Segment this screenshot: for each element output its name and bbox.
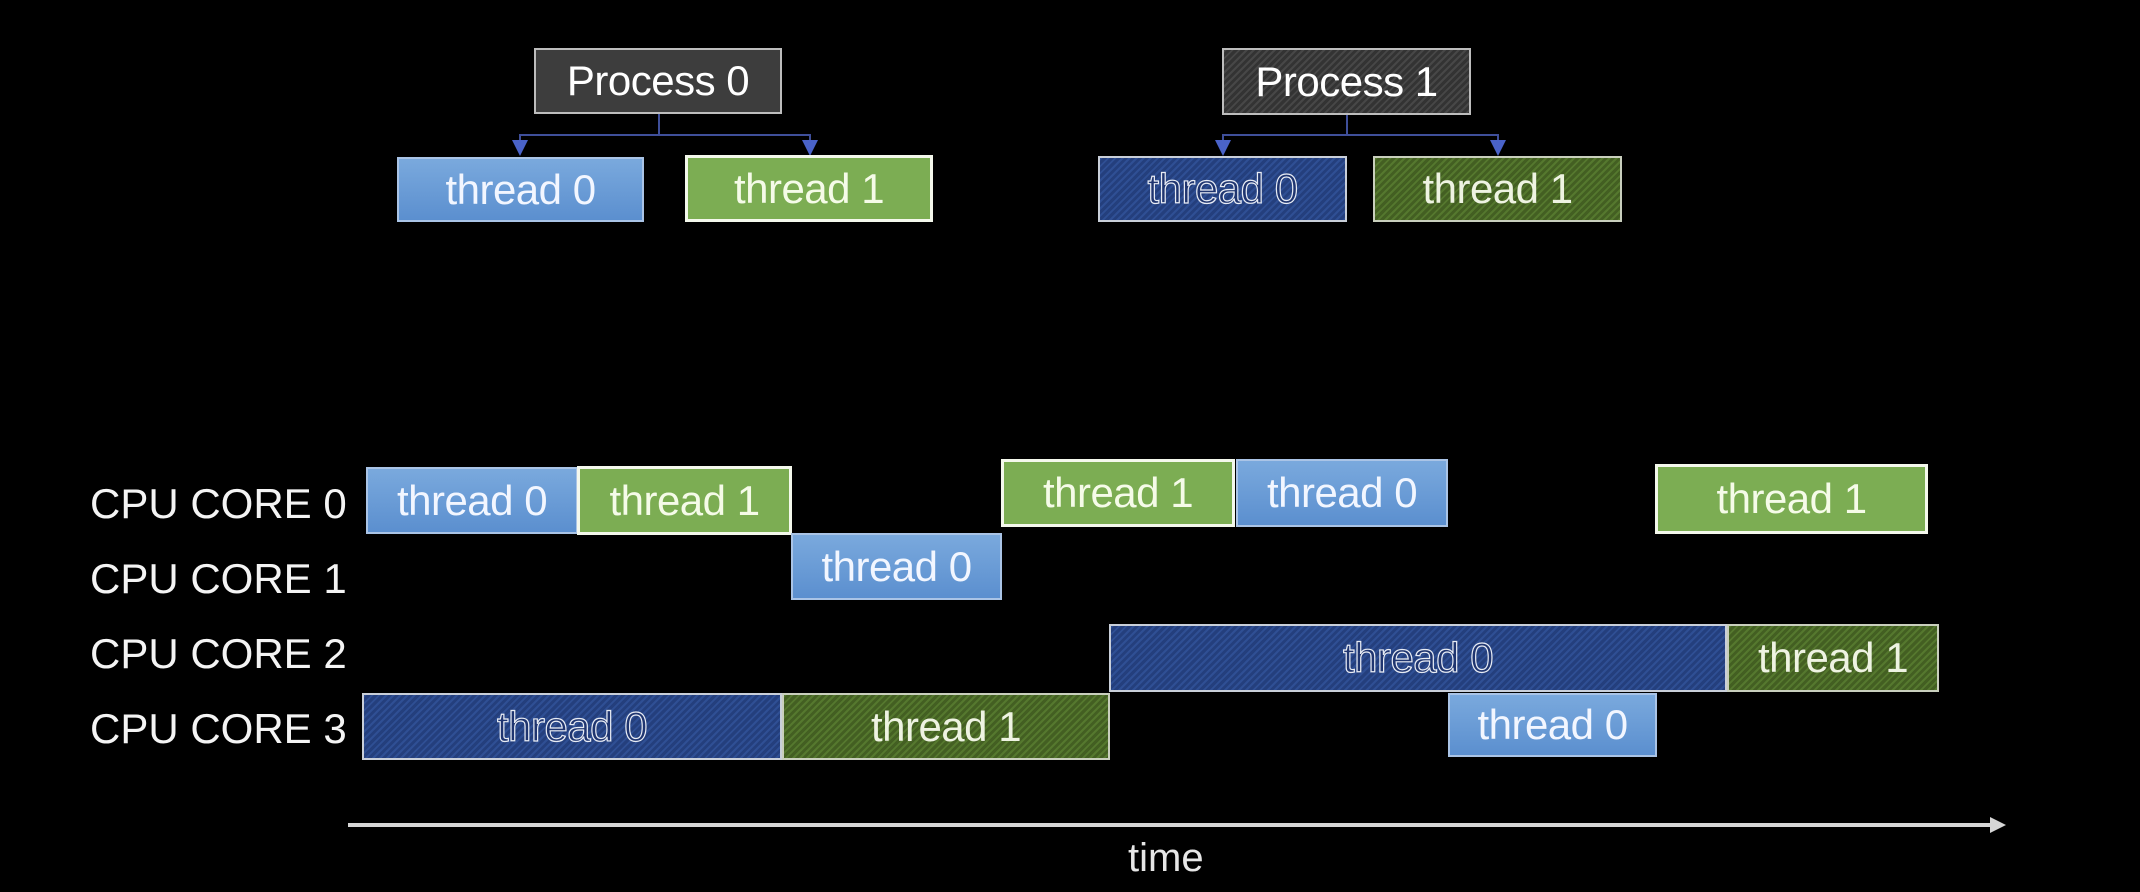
process-1-thread-1: thread 1 [1373,156,1622,222]
process-1-connector [1215,115,1506,156]
core-label-1: CPU CORE 1 [90,555,347,602]
slot-core2-p1-thread0: thread 0 [1109,624,1727,692]
arrow-head-icon [1215,140,1231,156]
process-0-box: Process 0 [534,48,782,114]
slot-core0-p0-thread1-b: thread 1 [1001,459,1235,527]
slot-core3-p0-thread0: thread 0 [1448,693,1657,757]
slot-core0-p0-thread0-b: thread 0 [1236,459,1448,527]
slot-core3-p1-thread1: thread 1 [782,693,1110,760]
core-label-3: CPU CORE 3 [90,705,347,752]
slot-core0-p0-thread1: thread 1 [577,466,792,535]
process-0-connector [512,114,818,156]
process-1-box: Process 1 [1222,48,1471,115]
core-label-0: CPU CORE 0 [90,480,347,527]
core-label-2: CPU CORE 2 [90,630,347,677]
arrow-right-icon [1990,817,2006,833]
time-axis [348,817,2006,833]
time-axis-label: time [1128,836,1204,880]
slot-core0-p0-thread0: thread 0 [366,467,578,534]
process-0-thread-1: thread 1 [685,155,933,222]
process-0-thread-0: thread 0 [397,157,644,222]
arrow-head-icon [1490,140,1506,156]
process-1-thread-0: thread 0 [1098,156,1347,222]
slot-core2-p1-thread1: thread 1 [1727,624,1939,692]
slot-core3-p1-thread0: thread 0 [362,693,782,760]
arrow-head-icon [512,140,528,156]
slot-core0-p0-thread1-c: thread 1 [1655,464,1928,534]
arrow-head-icon [802,140,818,156]
slot-core1-p0-thread0: thread 0 [791,533,1002,600]
